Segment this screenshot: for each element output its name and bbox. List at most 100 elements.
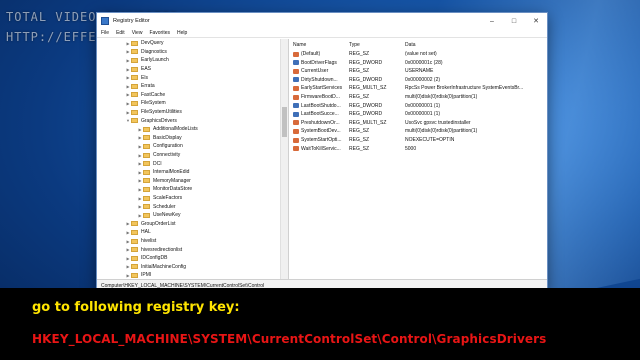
tree-scrollbar[interactable] — [280, 39, 288, 279]
value-row[interactable]: CurrentUser REG_SZ USERNAME — [289, 67, 547, 76]
column-data-header[interactable]: Data — [405, 42, 416, 48]
menu-help[interactable]: Help — [177, 30, 187, 36]
binary-value-icon — [293, 111, 299, 117]
value-data: 0x00000002 (2) — [405, 76, 441, 83]
value-name: PreshutdownOr... — [301, 119, 340, 126]
tree-item[interactable]: ▶ Els — [125, 73, 148, 82]
tree-item[interactable]: ▶ Scheduler — [137, 202, 176, 211]
value-row[interactable]: SystemBootDev... REG_SZ multi(0)disk(0)rdi… — [289, 127, 547, 136]
value-data: multi(0)disk(0)rdisk(0)partition(1) — [405, 94, 478, 100]
tree-item[interactable]: ▶ IDConfigDB — [125, 254, 167, 263]
tree-item[interactable]: ▶ hivesredirectionlist — [125, 245, 182, 254]
value-type: REG_MULTI_SZ — [349, 85, 387, 92]
value-name: CurrentUser — [301, 68, 329, 75]
folder-icon — [143, 126, 150, 132]
tree-item[interactable]: ▶ UseNewKey — [137, 211, 180, 220]
tree-item[interactable]: ▶ FileSystemUtilities — [125, 108, 182, 117]
key-tree-pane[interactable]: ▶ DevQuery ▶ Diagnostics ▶ EarlyLaunch ▶ EAS ▶ El… — [97, 39, 289, 279]
tree-item-label: Scheduler — [153, 203, 176, 210]
menu-edit[interactable]: Edit — [116, 30, 125, 36]
value-name: SystemStartOpti... — [301, 137, 342, 143]
folder-icon — [131, 75, 138, 81]
minimize-icon[interactable]: – — [481, 13, 503, 29]
tree-item[interactable]: ▶ Connectivity — [137, 151, 180, 160]
value-type: REG_DWORD — [349, 102, 383, 109]
value-row[interactable]: PreshutdownOr... REG_MULTI_SZ UsoSvc gpsvc… — [289, 119, 547, 128]
string-value-icon — [293, 68, 299, 74]
tree-item[interactable]: ▶ Diagnostics — [125, 48, 167, 57]
menu-favorites[interactable]: Favorites — [149, 30, 170, 36]
value-row[interactable]: (Default) REG_SZ (value not set) — [289, 50, 547, 59]
value-data: NOEXECUTE=OPTIN — [405, 137, 455, 143]
value-type: REG_SZ — [349, 51, 370, 57]
value-row[interactable]: LastBootSucce... REG_DWORD 0x00000001 (1) — [289, 110, 547, 119]
title-bar[interactable]: Registry Editor – □ ✕ — [97, 13, 547, 29]
value-row[interactable]: DirtyShutdown... REG_DWORD 0x00000002 (2) — [289, 76, 547, 85]
tree-item-label: IDConfigDB — [141, 255, 168, 262]
menu-view[interactable]: View — [132, 30, 143, 36]
tree-item-label: InternalMonEdid — [153, 169, 190, 176]
tree-item[interactable]: ▶ AdditionalModeLists — [137, 125, 197, 134]
tree-item[interactable]: ▶ Configuration — [137, 142, 182, 151]
string-value-icon — [293, 137, 299, 143]
folder-icon — [131, 57, 138, 63]
folder-icon — [143, 143, 150, 149]
tree-item-label: Diagnostics — [141, 48, 167, 55]
tree-item-label: EAS — [141, 66, 152, 73]
tree-item[interactable]: ▶ InitialMachineConfig — [125, 263, 186, 272]
value-type: REG_SZ — [349, 128, 370, 135]
tree-item[interactable]: ▶ BasicDisplay — [137, 134, 182, 143]
menu-bar: File Edit View Favorites Help — [97, 29, 547, 38]
registry-editor-icon — [101, 17, 109, 25]
tree-item-label: IPMI — [141, 272, 152, 279]
tree-scrollbar-thumb[interactable] — [282, 107, 287, 137]
value-name: LastBootSucce... — [301, 111, 339, 118]
tree-item[interactable]: ▶ FastCache — [125, 91, 165, 100]
tree-item[interactable]: ▶ MonitorDataStore — [137, 185, 192, 194]
value-type: REG_SZ — [349, 137, 370, 143]
tree-item-label: BasicDisplay — [153, 134, 182, 141]
tree-item-label: InitialMachineConfig — [141, 263, 187, 270]
tree-item[interactable]: ▶ EarlyLaunch — [125, 56, 168, 65]
tree-item[interactable]: ▶ HAL — [125, 228, 150, 237]
binary-value-icon — [293, 77, 299, 83]
tree-item-label: FileSystemUtilities — [141, 109, 182, 116]
folder-icon — [131, 49, 138, 55]
tree-item[interactable]: ▶ EAS — [125, 65, 151, 74]
maximize-icon[interactable]: □ — [503, 13, 525, 29]
values-header: Name Type Data — [289, 41, 547, 49]
tree-item[interactable]: ▶ InternalMonEdid — [137, 168, 189, 177]
value-data: 0x00000001 (1) — [405, 111, 441, 118]
value-row[interactable]: EarlyStartServices REG_MULTI_SZ RpcSs Powe… — [289, 84, 547, 93]
tree-item-label: FastCache — [141, 91, 166, 98]
folder-icon — [131, 229, 138, 235]
column-name-header[interactable]: Name — [293, 42, 306, 48]
value-row[interactable]: WaitToKillServic... REG_SZ 5000 — [289, 145, 547, 154]
value-row[interactable]: SystemStartOpti... REG_SZ NOEXECUTE=OPTIN — [289, 136, 547, 145]
folder-icon — [131, 118, 138, 124]
tree-item-label: DevQuery — [141, 40, 164, 47]
tree-item[interactable]: ▶ GroupOrderList — [125, 220, 175, 229]
value-name: DirtyShutdown... — [301, 76, 338, 83]
tree-item[interactable]: ▶ FileSystem — [125, 99, 165, 108]
value-name: BootDriverFlags — [301, 59, 337, 66]
folder-icon — [131, 83, 138, 89]
menu-file[interactable]: File — [101, 30, 109, 36]
tree-item[interactable]: ▶ IPMI — [125, 271, 151, 279]
tree-item[interactable]: ▶ DevQuery — [125, 39, 164, 48]
values-pane[interactable]: Name Type Data (Default) REG_SZ (value not… — [289, 39, 547, 279]
close-icon[interactable]: ✕ — [525, 13, 547, 29]
tree-item[interactable]: ▼ GraphicsDrivers — [125, 116, 177, 125]
tree-item[interactable]: ▶ hivelist — [125, 237, 156, 246]
tree-item[interactable]: ▶ DCI — [137, 159, 161, 168]
column-type-header[interactable]: Type — [349, 42, 360, 48]
value-row[interactable]: FirmwareBootD... REG_SZ multi(0)disk(0)rdi… — [289, 93, 547, 102]
value-row[interactable]: LastBootShutdo... REG_DWORD 0x00000001 (1) — [289, 102, 547, 111]
caption-instruction: go to following registry key: — [32, 300, 240, 315]
tree-item[interactable]: ▶ Errata — [125, 82, 154, 91]
value-type: REG_MULTI_SZ — [349, 119, 387, 126]
tree-item[interactable]: ▶ ScaleFactors — [137, 194, 182, 203]
tree-item[interactable]: ▶ MemoryManager — [137, 177, 190, 186]
value-row[interactable]: BootDriverFlags REG_DWORD 0x0000001c (28) — [289, 59, 547, 68]
tree-item-label: MonitorDataStore — [153, 186, 193, 193]
